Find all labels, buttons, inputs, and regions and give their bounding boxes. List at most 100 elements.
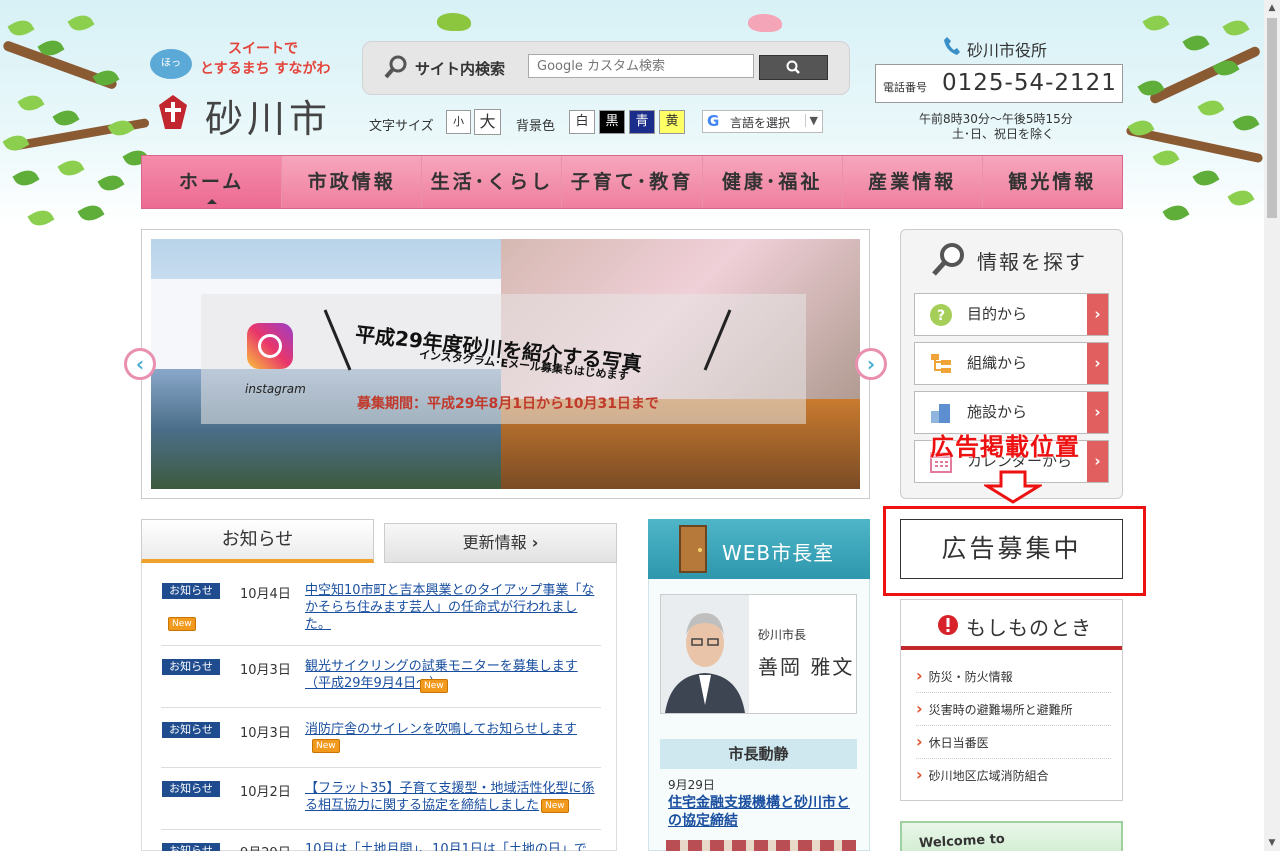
magnifier-icon — [384, 55, 407, 79]
find-by-purpose-link[interactable]: ? 目的から › — [914, 293, 1109, 336]
news-date: 10月4日 — [240, 587, 291, 602]
news-link[interactable]: 観光サイクリングの試乗モニターを募集します（平成29年9月4日～） — [305, 658, 601, 692]
search-input[interactable] — [528, 54, 754, 78]
mayor-role: 砂川市長 — [758, 628, 807, 642]
news-badge: お知らせ — [162, 843, 220, 851]
slider-prev-button[interactable]: ‹ — [124, 348, 156, 380]
translate-label: 言語を選択 — [730, 116, 791, 130]
tab-updates-label: 更新情報 — [462, 533, 527, 552]
mayor-activity-photo — [666, 840, 856, 851]
site-search-label: サイト内検索 — [415, 60, 506, 78]
question-icon: ? — [930, 304, 952, 326]
exclamation-icon — [938, 615, 958, 635]
find-info-title: 情報を探す — [977, 250, 1087, 274]
green-bird-decoration — [437, 13, 471, 31]
office-closed-days: 土･日、祝日を除く — [952, 127, 1055, 141]
news-date: 10月2日 — [240, 785, 291, 800]
news-item: お知らせ 10月3日 観光サイクリングの試乗モニターを募集します（平成29年9月… — [161, 658, 601, 708]
logo-bubble: ほっ — [150, 49, 192, 79]
city-crest-icon — [159, 95, 187, 129]
news-item: お知らせ 10月4日 中空知10市町と吉本興業とのタイアップ事業「なかそらち住み… — [161, 582, 601, 646]
chevron-right-icon: › — [1087, 392, 1108, 433]
vertical-scrollbar[interactable]: ▲ ▼ — [1264, 0, 1280, 851]
slogan-line2: とするまち すながわ — [200, 61, 331, 77]
svg-text:?: ? — [937, 308, 945, 324]
find-by-organization-label: 組織から — [967, 354, 1028, 372]
org-chart-icon — [931, 354, 951, 373]
emergency-link-fire-department[interactable]: 砂川地区広域消防組合 — [916, 759, 1111, 791]
pink-bird-decoration — [748, 14, 782, 32]
bg-white-button[interactable]: 白 — [569, 110, 595, 134]
tab-updates[interactable]: 更新情報 › — [384, 523, 617, 563]
main-navigation: ホーム 市政情報 生活･くらし 子育て･教育 健康･福祉 産業情報 観光情報 — [141, 155, 1123, 209]
news-badge: お知らせ — [162, 659, 220, 675]
tree-left-decoration — [0, 0, 150, 250]
google-g-icon: G — [707, 112, 720, 130]
down-arrow-icon — [984, 470, 1042, 504]
new-badge: New — [541, 799, 569, 813]
phone-number: 0125-54-2121 — [942, 70, 1117, 96]
news-link[interactable]: 中空知10市町と吉本興業とのタイアップ事業「なかそらち住みます芸人」の任命式が行… — [305, 582, 601, 633]
phone-label: 電話番号 — [883, 81, 927, 94]
news-badge: お知らせ — [162, 722, 220, 738]
mayor-header-title: WEB市長室 — [722, 541, 835, 565]
search-button[interactable] — [759, 55, 828, 80]
scrollbar-thumb[interactable] — [1267, 18, 1277, 218]
mayor-activity-date: 9月29日 — [668, 778, 715, 792]
emergency-link-holiday-doctor[interactable]: 休日当番医 — [916, 726, 1111, 759]
slogan-line1: スイートで — [228, 41, 298, 57]
bg-black-button[interactable]: 黒 — [599, 110, 625, 134]
news-item: お知らせ 10月2日 【フラット35】子育て支援型・地域活性化型に係る相互協力に… — [161, 780, 601, 830]
instagram-logo-icon — [247, 323, 293, 369]
mayor-name: 善岡 雅文 — [758, 655, 855, 679]
mayor-activity-link[interactable]: 住宅金融支援機構と砂川市との協定締結 — [668, 794, 856, 830]
welcome-banner[interactable]: Welcome to — [900, 821, 1123, 851]
font-size-label: 文字サイズ — [369, 119, 434, 134]
nav-health[interactable]: 健康･福祉 — [703, 156, 843, 208]
bg-yellow-button[interactable]: 黄 — [659, 110, 685, 134]
slider-next-button[interactable]: › — [855, 348, 887, 380]
news-badge: お知らせ — [162, 583, 220, 599]
nav-home[interactable]: ホーム — [142, 156, 283, 208]
scroll-down-arrow-icon[interactable]: ▼ — [1264, 835, 1280, 851]
instagram-text: instagram — [245, 382, 306, 396]
magnifier-icon — [932, 243, 964, 276]
ad-recruiting-box[interactable]: 広告募集中 — [900, 519, 1123, 579]
building-icon — [931, 404, 950, 423]
news-link[interactable]: 消防庁舎のサイレンを吹鳴してお知らせします — [305, 721, 601, 738]
slider-period: 募集期間：平成29年8月1日から10月31日まで — [357, 396, 659, 412]
chevron-down-icon: ▼ — [804, 114, 818, 127]
news-date: 10月3日 — [240, 663, 291, 678]
find-by-purpose-label: 目的から — [967, 305, 1028, 323]
font-small-button[interactable]: 小 — [446, 110, 471, 134]
nav-childcare[interactable]: 子育て･教育 — [562, 156, 703, 208]
bg-color-label: 背景色 — [516, 119, 556, 134]
news-item: お知らせ 9月29日 10月は「土地月間」、10月1日は「土地の日」で — [161, 841, 601, 851]
city-name-logo[interactable]: 砂川市 — [205, 88, 331, 143]
nav-industry[interactable]: 産業情報 — [843, 156, 983, 208]
search-icon — [786, 60, 800, 74]
news-date: 9月29日 — [240, 842, 291, 851]
city-office-name: 砂川市役所 — [967, 41, 1048, 60]
emergency-link-disaster-prevention[interactable]: 防災・防火情報 — [916, 660, 1111, 693]
scroll-up-arrow-icon[interactable]: ▲ — [1264, 0, 1280, 16]
tab-news-label: お知らせ — [221, 529, 294, 550]
find-by-organization-link[interactable]: 組織から › — [914, 342, 1109, 385]
news-link[interactable]: 10月は「土地月間」、10月1日は「土地の日」で — [305, 841, 601, 851]
tree-right-decoration — [1125, 0, 1264, 250]
nav-tourism[interactable]: 観光情報 — [983, 156, 1122, 208]
news-date: 10月3日 — [240, 726, 291, 741]
font-large-button[interactable]: 大 — [474, 109, 501, 135]
chevron-right-icon: › — [1087, 441, 1108, 482]
chevron-right-icon: › — [1087, 294, 1108, 335]
emergency-link-evacuation[interactable]: 災害時の避難場所と避難所 — [916, 693, 1111, 726]
tab-news[interactable]: お知らせ — [141, 519, 374, 563]
new-badge: New — [420, 679, 448, 693]
ad-position-annotation: 広告掲載位置 — [930, 433, 1080, 461]
news-item: お知らせ 10月3日 消防庁舎のサイレンを吹鳴してお知らせします New — [161, 721, 601, 768]
translate-dropdown[interactable]: G 言語を選択 ▼ — [702, 110, 823, 133]
bg-blue-button[interactable]: 青 — [629, 110, 655, 134]
chevron-right-icon: › — [531, 533, 539, 552]
nav-life[interactable]: 生活･くらし — [422, 156, 563, 208]
nav-city-policy[interactable]: 市政情報 — [282, 156, 423, 208]
